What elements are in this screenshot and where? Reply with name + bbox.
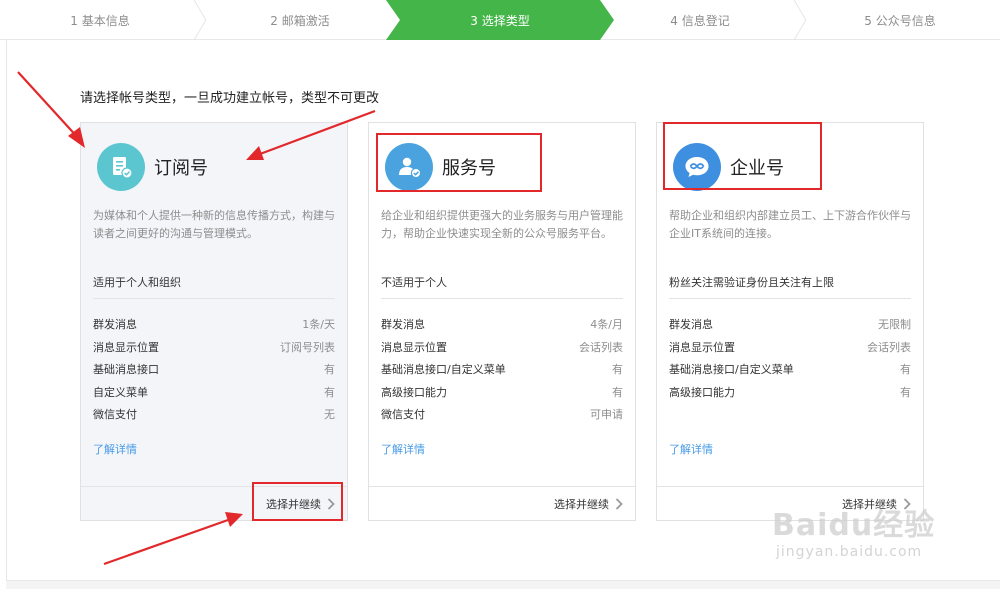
feature-row: 高级接口能力 有: [669, 386, 911, 409]
feature-value: 有: [324, 385, 335, 399]
feature-row: 消息显示位置 会话列表: [381, 341, 623, 364]
step-5: 5 公众号信息: [800, 0, 1000, 40]
card-suitability: 不适用于个人: [381, 276, 447, 289]
step-4-label: 4 信息登记: [670, 13, 730, 28]
annotation-box-enterprise-title: [663, 122, 822, 190]
feature-value: 会话列表: [579, 340, 623, 354]
card-description: 为媒体和个人提供一种新的信息传播方式，构建与读者之间更好的沟通与管理模式。: [93, 209, 335, 240]
feature-value: 1条/天: [302, 318, 335, 331]
feature-value: 无: [324, 408, 335, 421]
feature-row: 微信支付 无: [93, 408, 335, 431]
subscription-doc-icon: [97, 143, 145, 191]
card-title: 订阅号: [154, 158, 208, 179]
feature-name: 消息显示位置: [381, 340, 447, 354]
feature-name: 基础消息接口/自定义菜单: [669, 363, 794, 376]
feature-name: 自定义菜单: [93, 385, 148, 399]
feature-value: 订阅号列表: [280, 340, 335, 354]
feature-name: 群发消息: [93, 318, 137, 331]
feature-list: 群发消息 1条/天 消息显示位置 订阅号列表 基础消息接口有 自定义菜单有 微信支付…: [93, 318, 335, 431]
divider: [93, 298, 335, 299]
step-3-label: 3 选择类型: [470, 13, 530, 28]
divider: [381, 298, 623, 299]
feature-row: 消息显示位置 会话列表: [669, 341, 911, 364]
feature-name: 基础消息接口: [93, 363, 159, 376]
step-1: 1 基本信息: [0, 0, 207, 40]
annotation-box-select-continue: [252, 482, 343, 521]
account-type-card-subscription[interactable]: 订阅号 为媒体和个人提供一种新的信息传播方式，构建与读者之间更好的沟通与管理模式…: [80, 122, 348, 521]
feature-value: 无限制: [878, 318, 911, 331]
feature-list: 群发消息 4条/月 消息显示位置 会话列表 基础消息接口/自定义菜单有 高级接口能力…: [381, 318, 623, 431]
select-continue-label: 选择并继续: [554, 498, 609, 511]
step-2: 2 邮箱激活: [200, 0, 400, 40]
feature-value: 有: [900, 385, 911, 399]
baidu-jingyan-watermark: Baidu经验 jingyan.baidu.com: [768, 500, 988, 570]
step-4: 4 信息登记: [600, 0, 807, 40]
card-description: 帮助企业和组织内部建立员工、上下游合作伙伴与企业IT系统间的连接。: [669, 209, 911, 240]
select-continue-button[interactable]: 选择并继续: [554, 496, 623, 512]
feature-row: 基础消息接口 有: [93, 363, 335, 386]
feature-row: 微信支付 可申请: [381, 408, 623, 431]
step-5-label: 5 公众号信息: [864, 13, 936, 28]
feature-row: 基础消息接口/自定义菜单 有: [381, 363, 623, 386]
feature-name: 高级接口能力: [669, 385, 735, 399]
feature-name: 高级接口能力: [381, 385, 447, 399]
feature-value: 有: [612, 385, 623, 399]
feature-row: 群发消息 4条/月: [381, 318, 623, 341]
feature-value: 可申请: [590, 408, 623, 421]
feature-row: 消息显示位置 订阅号列表: [93, 341, 335, 364]
feature-value: 4条/月: [590, 318, 623, 331]
feature-value: 有: [324, 363, 335, 376]
learn-more-link[interactable]: 了解详情: [93, 441, 137, 457]
learn-more-link[interactable]: 了解详情: [669, 441, 713, 457]
active-step-arrow: [600, 0, 614, 40]
feature-row: 基础消息接口/自定义菜单 有: [669, 363, 911, 386]
feature-name: 基础消息接口/自定义菜单: [381, 363, 506, 376]
content-frame-edge: [6, 40, 7, 580]
card-suitability: 适用于个人和组织: [93, 276, 181, 289]
card-header: 订阅号: [97, 143, 208, 191]
card-description: 给企业和组织提供更强大的业务服务与用户管理能力，帮助企业快速实现全新的公众号服务…: [381, 209, 623, 240]
feature-name: 群发消息: [669, 318, 713, 331]
step-2-label: 2 邮箱激活: [270, 13, 330, 28]
feature-value: 有: [612, 363, 623, 376]
feature-row: 自定义菜单 有: [93, 386, 335, 409]
annotation-box-service-title: [376, 133, 542, 192]
step-progress-bar: 1 基本信息 2 邮箱激活 3 选择类型 4 信息登记 5 公众号信息: [0, 0, 1000, 40]
step-3-active: 3 选择类型: [386, 0, 614, 40]
step-separator-chevron: [193, 0, 207, 40]
chevron-right-icon: [615, 498, 623, 510]
step-separator-chevron: [793, 0, 807, 40]
feature-value: 会话列表: [867, 340, 911, 354]
feature-name: 微信支付: [381, 408, 425, 421]
feature-name: 消息显示位置: [93, 340, 159, 354]
feature-name: 群发消息: [381, 318, 425, 331]
card-footer: 选择并继续: [369, 486, 635, 521]
annotation-arrow: [17, 71, 85, 148]
watermark-url: jingyan.baidu.com: [776, 544, 923, 560]
feature-list: 群发消息 无限制 消息显示位置 会话列表 基础消息接口/自定义菜单有 高级接口能力有: [669, 318, 911, 408]
feature-row: 高级接口能力 有: [381, 386, 623, 409]
divider: [669, 298, 911, 299]
feature-name: 微信支付: [93, 408, 137, 421]
type-select-instruction: 请选择帐号类型，一旦成功建立帐号，类型不可更改: [80, 91, 380, 106]
watermark-brand: Baidu经验: [772, 508, 936, 543]
card-suitability: 粉丝关注需验证身份且关注有上限: [669, 276, 834, 289]
content-frame-bottom: [6, 580, 1000, 589]
feature-row: 群发消息 无限制: [669, 318, 911, 341]
feature-row: 群发消息 1条/天: [93, 318, 335, 341]
feature-value: 有: [900, 363, 911, 376]
step-1-label: 1 基本信息: [70, 13, 130, 28]
feature-name: 消息显示位置: [669, 340, 735, 354]
learn-more-link[interactable]: 了解详情: [381, 441, 425, 457]
